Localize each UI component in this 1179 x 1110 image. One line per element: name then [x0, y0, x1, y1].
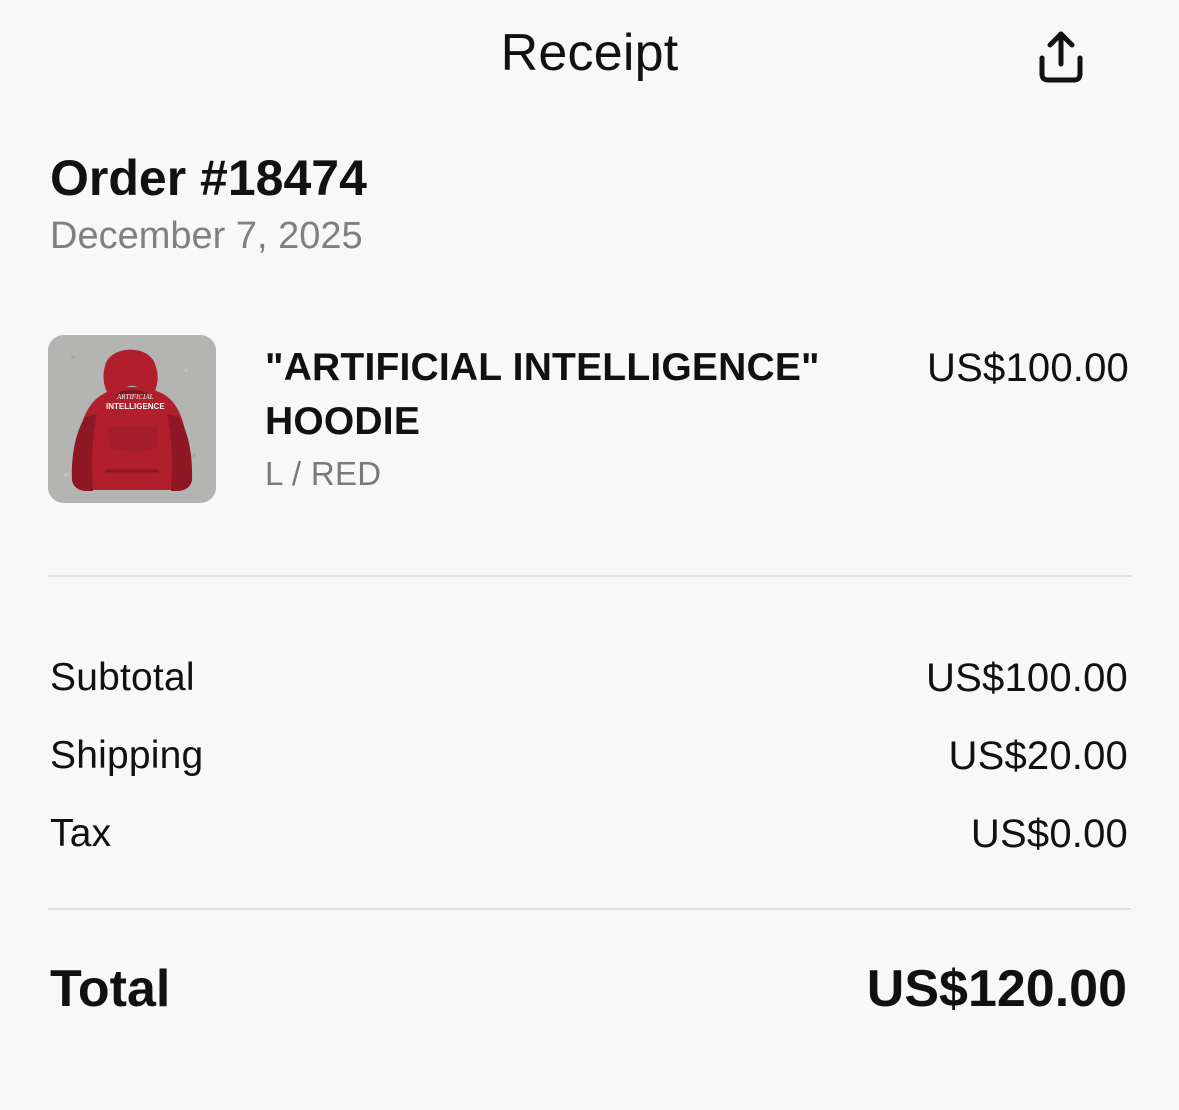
product-variant: L / RED	[265, 455, 382, 492]
total-value: US$120.00	[866, 960, 1127, 1018]
hoodie-print-line-2: INTELLIGENCE	[106, 402, 165, 411]
tax-value: US$0.00	[970, 812, 1128, 856]
product-name: "ARTIFICIAL INTELLIGENCE" HOODIE	[265, 346, 820, 443]
page-title: Receipt	[500, 24, 679, 82]
order-date: December 7, 2025	[50, 215, 363, 257]
section-divider-top	[48, 575, 1131, 577]
order-number: Order #18474	[50, 150, 367, 206]
shipping-label: Shipping	[50, 734, 204, 777]
total-label: Total	[50, 960, 171, 1018]
hoodie-print-line-1: ARTIFICIAL	[116, 393, 154, 401]
subtotal-label: Subtotal	[50, 656, 195, 699]
product-image: ARTIFICIAL INTELLIGENCE	[48, 335, 216, 503]
share-icon	[1030, 28, 1092, 86]
product-price: US$100.00	[927, 346, 1129, 390]
subtotal-value: US$100.00	[926, 656, 1128, 700]
section-divider-bottom	[48, 908, 1131, 910]
shipping-value: US$20.00	[948, 734, 1128, 778]
share-button[interactable]	[1022, 22, 1100, 92]
tax-label: Tax	[50, 812, 112, 855]
receipt-page: Receipt Order #18474 December 7, 2025 AR…	[0, 0, 1179, 1110]
